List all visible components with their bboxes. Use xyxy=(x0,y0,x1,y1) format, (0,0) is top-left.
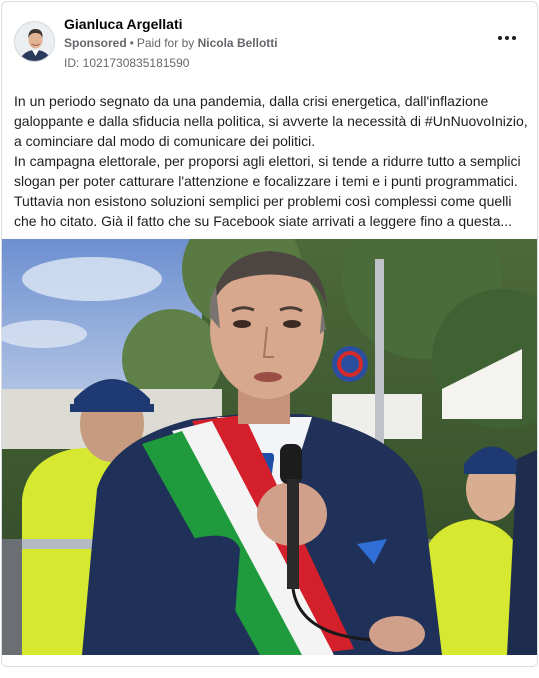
ad-post-card: Gianluca Argellati Sponsored • Paid for by… xyxy=(1,1,538,667)
author-avatar[interactable] xyxy=(14,21,55,62)
payer-name[interactable]: Nicola Bellotti xyxy=(198,36,278,50)
body-paragraph-1: In un periodo segnato da una pandemia, d… xyxy=(14,93,528,149)
post-photo[interactable] xyxy=(2,239,537,655)
meta-separator: • xyxy=(129,36,134,50)
post-body: In un periodo segnato da una pandemia, d… xyxy=(14,91,530,231)
body-paragraph-2: In campagna elettorale, per proporsi agl… xyxy=(14,153,521,229)
sponsor-line: Sponsored • Paid for by Nicola Bellotti xyxy=(64,36,278,50)
ad-id: ID: 1021730835181590 xyxy=(64,56,190,70)
post-header: Gianluca Argellati Sponsored • Paid for by… xyxy=(2,2,537,82)
avatar-image xyxy=(15,22,54,61)
author-name[interactable]: Gianluca Argellati xyxy=(64,16,183,32)
paid-for-prefix: Paid for by xyxy=(136,36,195,50)
more-horizontal-icon[interactable] xyxy=(495,30,519,46)
sponsored-label: Sponsored xyxy=(64,36,127,50)
speaker-photo xyxy=(2,239,537,655)
